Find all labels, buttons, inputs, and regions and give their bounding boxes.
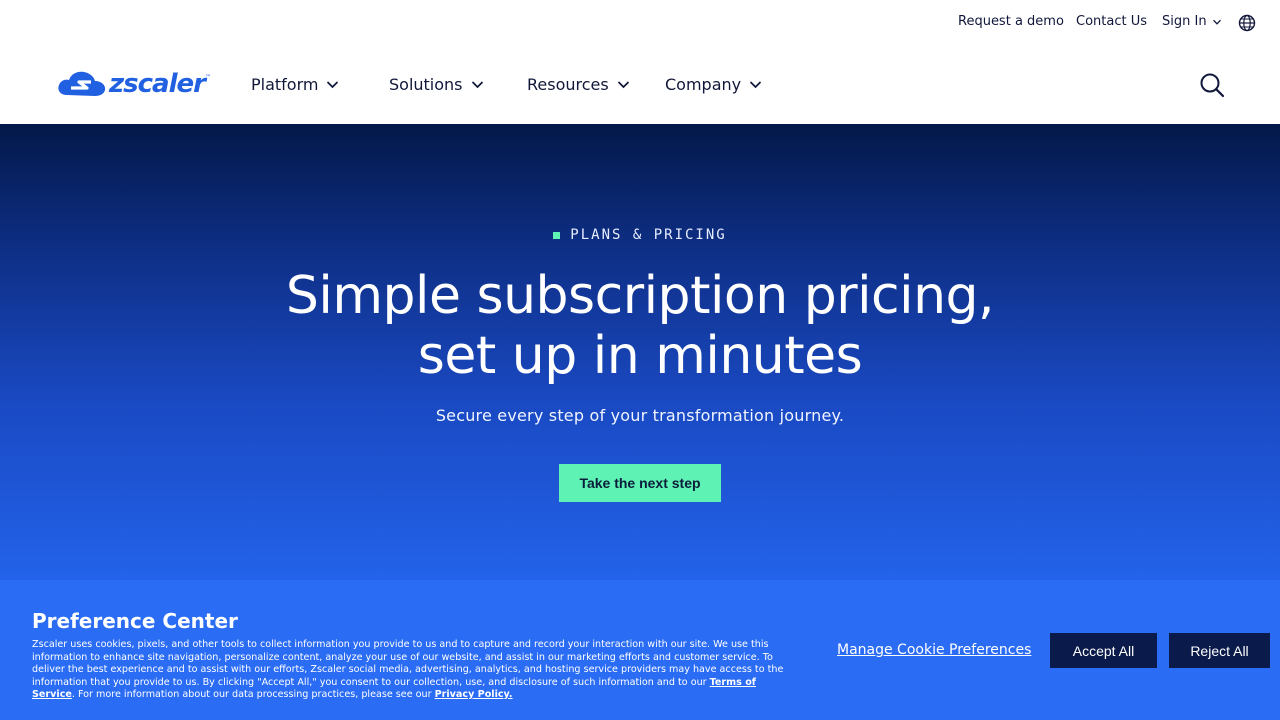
- hero-eyebrow: PLANS & PRICING: [0, 227, 1280, 243]
- hero-section: PLANS & PRICING Simple subscription pric…: [0, 124, 1280, 580]
- eyebrow-square-icon: [553, 231, 561, 239]
- logo-wordmark: zscaler: [109, 69, 206, 99]
- chevron-down-icon: [1212, 19, 1221, 25]
- nav-item-label: Resources: [527, 75, 609, 94]
- accept-all-button[interactable]: Accept All: [1050, 633, 1157, 668]
- hero-title: Simple subscription pricing, set up in m…: [0, 266, 1280, 386]
- chevron-down-icon: [750, 81, 762, 89]
- nav-item-platform[interactable]: Platform: [251, 75, 339, 94]
- request-demo-link[interactable]: Request a demo: [958, 14, 1064, 29]
- take-next-step-button[interactable]: Take the next step: [559, 464, 721, 502]
- nav-item-label: Company: [665, 75, 742, 94]
- nav-item-label: Solutions: [389, 75, 463, 94]
- chevron-down-icon: [471, 81, 483, 89]
- globe-icon[interactable]: [1238, 14, 1256, 32]
- nav-item-resources[interactable]: Resources: [527, 75, 630, 94]
- hero-title-line-1: Simple subscription pricing,: [285, 266, 995, 326]
- cookie-body-text-2: . For more information about our data pr…: [71, 689, 435, 700]
- zscaler-cloud-logo: [58, 71, 106, 96]
- utility-bar: Request a demo Contact Us Sign In: [0, 0, 1280, 46]
- hero-subtitle: Secure every step of your transformation…: [435, 406, 845, 425]
- logo-trademark: ™: [204, 74, 211, 81]
- cookie-body-text-1: Zscaler uses cookies, pixels, and other …: [32, 639, 784, 688]
- hero-title-line-2: set up in minutes: [417, 326, 863, 386]
- privacy-policy-link[interactable]: Privacy Policy.: [435, 689, 513, 700]
- nav-item-solutions[interactable]: Solutions: [389, 75, 484, 94]
- search-icon[interactable]: [1199, 72, 1225, 98]
- nav-item-company[interactable]: Company: [665, 75, 762, 94]
- reject-all-button[interactable]: Reject All: [1169, 633, 1270, 668]
- zscaler-logo[interactable]: zscaler ™: [57, 68, 211, 100]
- sign-in-label: Sign In: [1162, 14, 1207, 29]
- chevron-down-icon: [617, 81, 629, 89]
- main-navigation: zscaler ™ Platform Solutions Resources C…: [0, 46, 1280, 124]
- manage-cookie-preferences-link[interactable]: Manage Cookie Preferences: [837, 642, 1031, 658]
- chevron-down-icon: [327, 81, 339, 89]
- eyebrow-text: PLANS & PRICING: [570, 227, 727, 243]
- nav-item-label: Platform: [251, 75, 319, 94]
- cookie-preference-banner: Preference Center Zscaler uses cookies, …: [0, 580, 1280, 720]
- contact-us-link[interactable]: Contact Us: [1076, 14, 1147, 29]
- cookie-banner-body: Zscaler uses cookies, pixels, and other …: [32, 639, 802, 702]
- cookie-banner-title: Preference Center: [32, 609, 238, 633]
- sign-in-menu[interactable]: Sign In: [1162, 14, 1222, 29]
